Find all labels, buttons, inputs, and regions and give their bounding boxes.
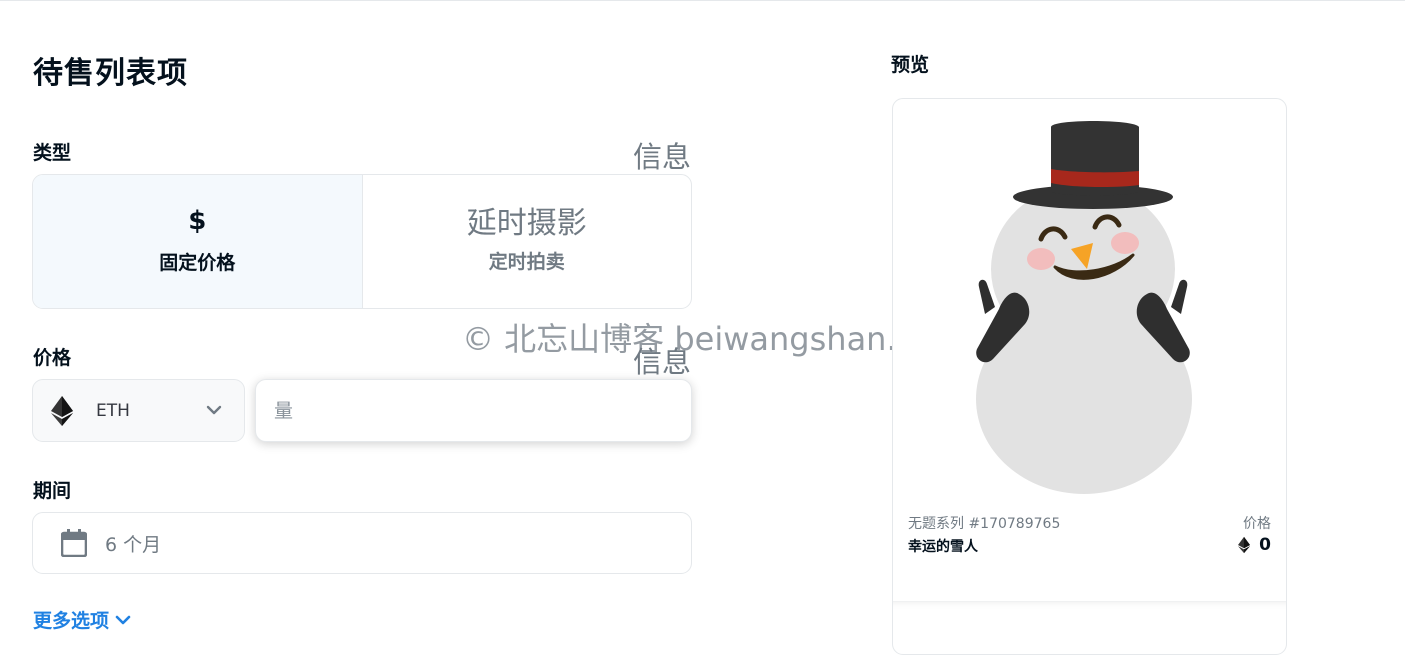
nft-preview-card: 无题系列 #170789765 幸运的雪人 价格 0 <box>892 98 1287 655</box>
ethereum-icon <box>51 395 73 426</box>
dollar-icon: $ <box>188 206 207 236</box>
listing-type-selector: $ 固定价格 延时摄影 定时拍卖 <box>32 174 692 309</box>
duration-value: 6 个月 <box>105 533 162 556</box>
chevron-down-icon <box>206 405 222 415</box>
collection-name: 无题系列 #170789765 <box>908 516 1061 532</box>
duration-label: 期间 <box>33 480 72 502</box>
timed-auction-icon: 延时摄影 <box>466 206 587 241</box>
price-label: 价格 <box>33 347 72 369</box>
fixed-price-option[interactable]: $ 固定价格 <box>33 175 363 308</box>
fixed-price-label: 固定价格 <box>159 252 236 274</box>
preview-price-value: 0 <box>1259 535 1271 555</box>
preview-price: 0 <box>1238 535 1271 555</box>
watermark: © 北忘山博客 beiwangshan.com <box>462 320 965 358</box>
currency-select[interactable]: ETH <box>32 379 245 442</box>
more-options-toggle[interactable]: 更多选项 <box>33 606 131 633</box>
page-title: 待售列表项 <box>33 56 188 91</box>
duration-picker[interactable]: 6 个月 <box>32 512 692 574</box>
top-divider <box>0 0 1405 1</box>
type-label: 类型 <box>33 142 72 164</box>
price-caption: 价格 <box>1243 516 1271 532</box>
snowman-image <box>976 121 1192 494</box>
item-name: 幸运的雪人 <box>908 539 978 555</box>
calendar-icon <box>61 529 87 557</box>
timed-auction-label: 定时拍卖 <box>488 251 565 273</box>
preview-label: 预览 <box>891 54 930 76</box>
amount-input[interactable] <box>255 379 692 442</box>
ethereum-icon <box>1238 536 1251 554</box>
card-footer <box>893 601 1286 654</box>
chevron-down-icon <box>115 615 131 624</box>
more-options-label: 更多选项 <box>33 610 110 632</box>
currency-label: ETH <box>96 400 130 421</box>
type-info-link[interactable]: 信息 <box>633 134 691 176</box>
timed-auction-option[interactable]: 延时摄影 定时拍卖 <box>363 175 692 308</box>
